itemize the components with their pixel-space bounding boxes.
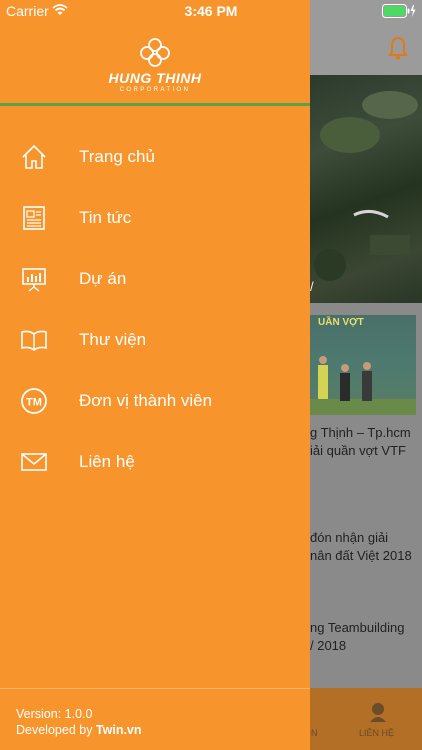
- developer-credit: Developed by Twin.vn: [16, 722, 142, 738]
- news-text-1[interactable]: g Thịnh – Tp.hcm iải quần vợt VTF: [310, 424, 422, 460]
- tab-label-partial: N: [311, 728, 318, 738]
- menu-label-projects: Dự án: [79, 269, 127, 288]
- envelope-icon: [21, 453, 47, 471]
- tab-lien-he[interactable]: LIÊN HỆ: [359, 728, 394, 738]
- clock: 3:46 PM: [184, 3, 238, 19]
- menu-label-home: Trang chủ: [79, 147, 155, 166]
- brand-subtitle: CORPORATION: [119, 87, 191, 93]
- tm-badge-icon: TM: [21, 388, 47, 414]
- menu-item-member-units[interactable]: TM Đơn vị thành viên: [0, 371, 310, 432]
- newspaper-icon: [23, 206, 45, 230]
- brand-name: HUNG THINH: [108, 70, 202, 86]
- news-text-2[interactable]: đón nhận giải nân đất Việt 2018: [310, 529, 422, 565]
- menu-label-news: Tin tức: [79, 208, 132, 227]
- menu-item-home[interactable]: Trang chủ: [0, 127, 310, 188]
- lotus-logo-icon: [140, 38, 170, 67]
- drawer-footer: Version: 1.0.0 Developed by Twin.vn: [16, 706, 142, 738]
- brand-logo: HUNG THINH CORPORATION: [0, 36, 310, 93]
- news-text-1-line-2: iải quần vợt VTF: [310, 443, 406, 458]
- menu-label-contact: Liên hệ: [79, 452, 135, 471]
- developer-prefix: Developed by: [16, 723, 96, 737]
- news-photo-aerial[interactable]: [310, 75, 422, 303]
- menu-item-contact[interactable]: Liên hệ: [0, 432, 310, 493]
- news-text-2-line-1: đón nhận giải: [310, 530, 389, 545]
- menu-item-news[interactable]: Tin tức: [0, 188, 310, 249]
- news-text-2-line-2: nân đất Việt 2018: [310, 548, 412, 563]
- version-text: Version: 1.0.0: [16, 707, 93, 721]
- news-text-3-line-2: / 2018: [310, 638, 347, 653]
- header-divider: [0, 103, 310, 106]
- drawer-menu: Trang chủ Tin tức Dự án Thư viện TM Đơn …: [0, 127, 310, 493]
- news-text-3[interactable]: ng Teambuilding / 2018: [310, 619, 422, 655]
- battery-icon: [382, 4, 416, 18]
- caption-1: /: [310, 279, 314, 294]
- status-bar: Carrier 3:46 PM: [0, 0, 422, 22]
- menu-label-library: Thư viện: [79, 330, 147, 349]
- footer-divider: [0, 688, 310, 689]
- contact-support-icon[interactable]: [368, 700, 388, 722]
- news-text-3-line-1: ng Teambuilding: [310, 620, 405, 635]
- home-icon: [22, 144, 46, 169]
- menu-label-member-units: Đơn vị thành viên: [79, 391, 213, 410]
- menu-item-library[interactable]: Thư viện: [0, 310, 310, 371]
- svg-text:TM: TM: [26, 397, 42, 409]
- news-photo-tennis[interactable]: UẦN VỢT: [310, 315, 416, 415]
- menu-item-projects[interactable]: Dự án: [0, 249, 310, 310]
- notification-bell-icon[interactable]: [388, 36, 408, 60]
- side-drawer: HUNG THINH CORPORATION Trang chủ Tin tức: [0, 0, 310, 750]
- developer-name[interactable]: Twin.vn: [96, 723, 142, 737]
- tab-bar: [310, 688, 422, 750]
- news-text-1-line-1: g Thịnh – Tp.hcm: [310, 425, 411, 440]
- book-icon: [21, 330, 47, 351]
- presentation-board-icon: [22, 268, 46, 292]
